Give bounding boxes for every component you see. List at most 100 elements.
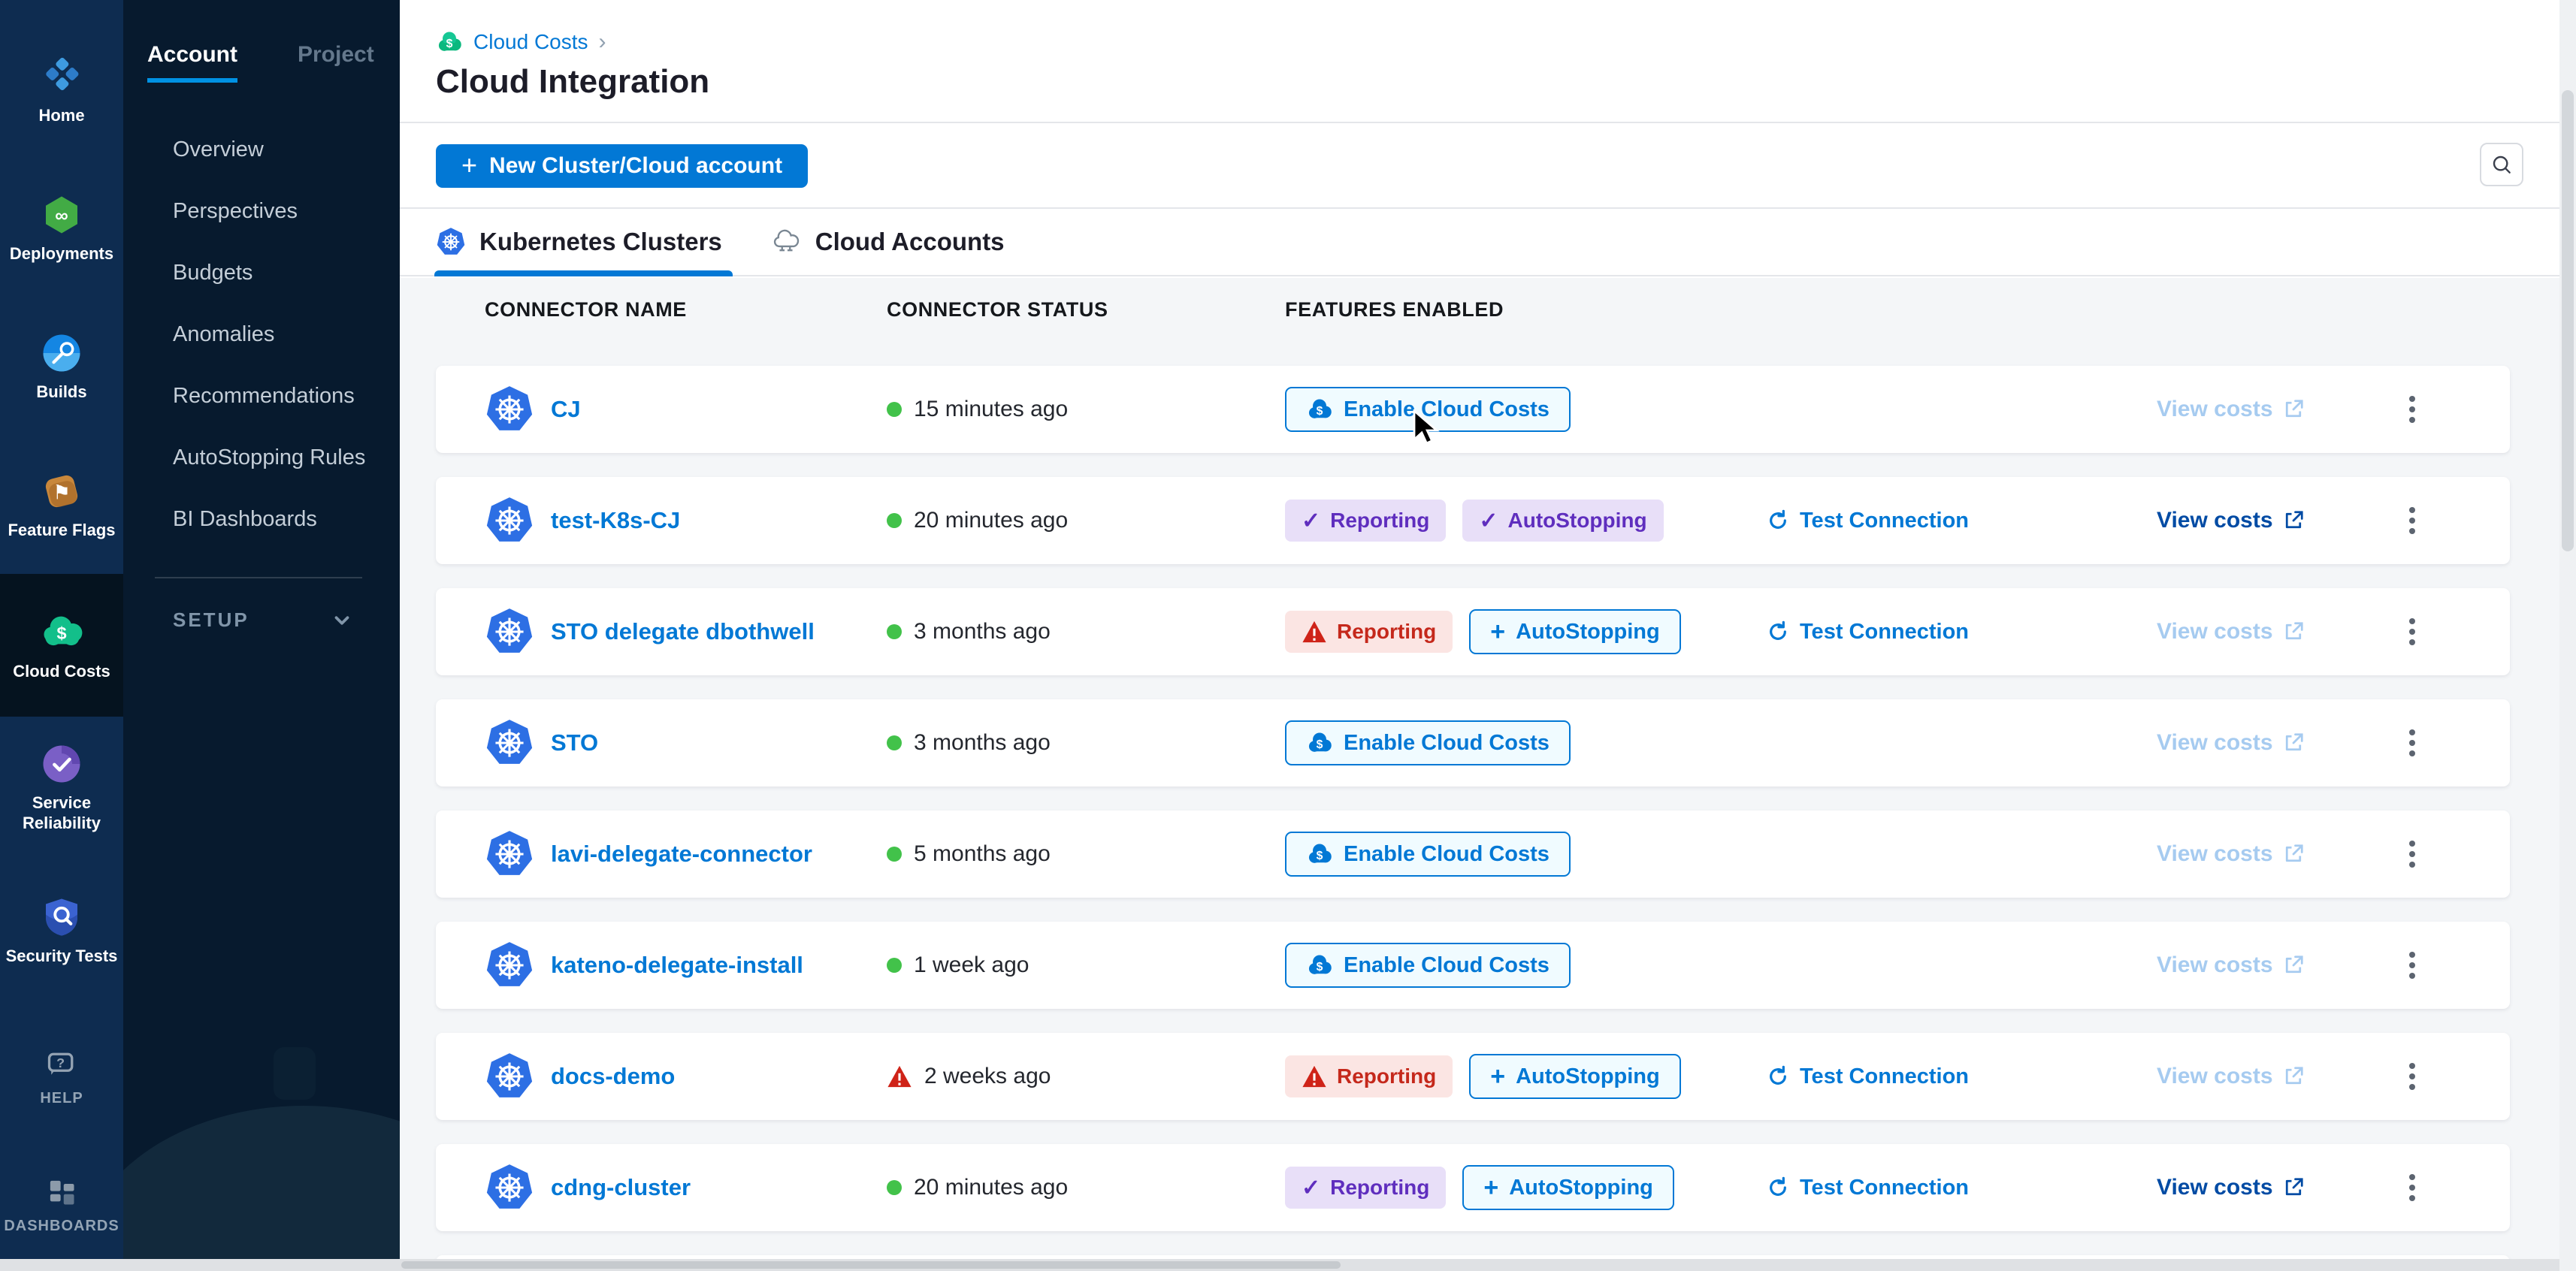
- search-button[interactable]: [2480, 143, 2523, 186]
- connector-status-cell: 20 minutes ago: [887, 1175, 1285, 1200]
- connector-status-cell: 1 week ago: [887, 952, 1285, 978]
- add-autostopping-button[interactable]: +AutoStopping: [1469, 609, 1681, 654]
- cloud-costs-icon: $: [1306, 841, 1333, 868]
- breadcrumb-cloud-costs-link[interactable]: Cloud Costs: [473, 30, 588, 54]
- connector-name-cell: lavi-delegate-connector: [436, 829, 887, 879]
- row-menu-button[interactable]: [2314, 699, 2510, 786]
- connector-name-cell: STO: [436, 718, 887, 768]
- enable-label: Enable Cloud Costs: [1344, 397, 1550, 422]
- status-ok-dot: [887, 624, 902, 639]
- rail-item-deployments[interactable]: ∞ Deployments: [0, 159, 123, 297]
- view-costs-label: View costs: [2157, 841, 2273, 867]
- sidenav-item-budgets[interactable]: Budgets: [123, 242, 400, 303]
- tab-cloud-accounts[interactable]: Cloud Accounts: [770, 209, 1005, 275]
- reporting-enabled-badge: ✓Reporting: [1285, 1167, 1446, 1209]
- new-cluster-cloud-account-button[interactable]: + New Cluster/Cloud account: [436, 144, 808, 188]
- row-menu-button[interactable]: [2314, 366, 2510, 453]
- row-menu-button[interactable]: [2314, 588, 2510, 675]
- feature-flags-icon: ⚑: [41, 470, 83, 512]
- status-text: 20 minutes ago: [914, 508, 1068, 533]
- table-row-lavi-delegate-connector: lavi-delegate-connector5 months ago$Enab…: [436, 811, 2510, 898]
- connector-name-link[interactable]: STO: [551, 729, 598, 756]
- connector-name-link[interactable]: kateno-delegate-install: [551, 952, 803, 979]
- add-autostopping-button[interactable]: +AutoStopping: [1469, 1054, 1681, 1099]
- kubernetes-connector-icon: [485, 496, 534, 545]
- rail-item-help[interactable]: ? HELP: [0, 1022, 123, 1134]
- status-text: 2 weeks ago: [924, 1064, 1051, 1089]
- view-costs-label: View costs: [2157, 619, 2273, 645]
- enable-cloud-costs-button[interactable]: $ Enable Cloud Costs: [1285, 832, 1571, 877]
- connector-name-cell: test-K8s-CJ: [436, 496, 887, 545]
- view-costs-link[interactable]: View costs: [2157, 1175, 2314, 1200]
- rail-item-security-tests[interactable]: Security Tests: [0, 859, 123, 1002]
- row-menu-button[interactable]: [2314, 477, 2510, 564]
- setup-section-toggle[interactable]: SETUP: [123, 608, 400, 632]
- status-text: 15 minutes ago: [914, 397, 1068, 422]
- row-menu-button[interactable]: [2314, 1144, 2510, 1231]
- row-menu-button[interactable]: [2314, 1033, 2510, 1120]
- connector-name-link[interactable]: CJ: [551, 396, 581, 423]
- external-link-icon: [2282, 732, 2305, 754]
- rail-item-feature-flags[interactable]: ⚑ Feature Flags: [0, 436, 123, 574]
- test-connection-link[interactable]: Test Connection: [1766, 509, 2157, 533]
- rail-item-home[interactable]: Home: [0, 21, 123, 159]
- sidenav-item-bi-dashboards[interactable]: BI Dashboards: [123, 488, 400, 550]
- status-ok-dot: [887, 513, 902, 528]
- view-costs-link: View costs: [2157, 619, 2314, 645]
- reporting-error-badge: Reporting: [1285, 611, 1453, 653]
- enable-label: Enable Cloud Costs: [1344, 842, 1550, 867]
- connector-status-cell: 2 weeks ago: [887, 1064, 1285, 1089]
- scope-tabs: Account Project: [123, 0, 400, 83]
- service-reliability-icon: [41, 743, 83, 785]
- svg-text:$: $: [1317, 738, 1323, 751]
- connector-name-link[interactable]: cdng-cluster: [551, 1174, 691, 1201]
- view-costs-link[interactable]: View costs: [2157, 508, 2314, 533]
- row-menu-button[interactable]: [2314, 811, 2510, 898]
- autostopping-label: AutoStopping: [1509, 1176, 1653, 1200]
- enable-cloud-costs-button[interactable]: $Enable Cloud Costs: [1285, 387, 1571, 432]
- reporting-error-badge: Reporting: [1285, 1055, 1453, 1097]
- vertical-scrollbar-thumb[interactable]: [2562, 90, 2574, 551]
- sidenav-item-perspectives[interactable]: Perspectives: [123, 180, 400, 242]
- connector-name-link[interactable]: docs-demo: [551, 1063, 675, 1090]
- row-menu-button[interactable]: [2314, 922, 2510, 1009]
- test-connection-cell: Test Connection: [1766, 1064, 2157, 1089]
- test-connection-label: Test Connection: [1800, 1064, 1969, 1089]
- deployments-icon: ∞: [41, 194, 83, 236]
- add-autostopping-button[interactable]: +AutoStopping: [1462, 1165, 1674, 1210]
- test-connection-link[interactable]: Test Connection: [1766, 620, 2157, 645]
- rail-item-service-reliability[interactable]: Service Reliability: [0, 717, 123, 859]
- autostopping-label: AutoStopping: [1508, 509, 1647, 533]
- svg-text:$: $: [56, 623, 66, 642]
- plus-icon: +: [1490, 1062, 1505, 1091]
- sidenav-item-recommendations[interactable]: Recommendations: [123, 365, 400, 427]
- kubernetes-connector-icon: [485, 385, 534, 434]
- connector-name-link[interactable]: STO delegate dbothwell: [551, 618, 815, 645]
- enable-cloud-costs-button[interactable]: $Enable Cloud Costs: [1285, 720, 1571, 765]
- tab-account[interactable]: Account: [147, 42, 237, 83]
- test-connection-label: Test Connection: [1800, 1176, 1969, 1200]
- sidenav-item-autostopping-rules[interactable]: AutoStopping Rules: [123, 427, 400, 488]
- help-icon: ?: [45, 1048, 78, 1081]
- sidenav-item-anomalies[interactable]: Anomalies: [123, 303, 400, 365]
- tab-kubernetes-clusters[interactable]: Kubernetes Clusters: [436, 209, 722, 275]
- tab-project[interactable]: Project: [298, 42, 374, 68]
- connector-status-cell: 3 months ago: [887, 730, 1285, 756]
- test-connection-link[interactable]: Test Connection: [1766, 1064, 2157, 1089]
- reporting-label: Reporting: [1330, 1176, 1429, 1200]
- test-connection-link[interactable]: Test Connection: [1766, 1176, 2157, 1200]
- view-costs-link: View costs: [2157, 952, 2314, 978]
- connector-name-link[interactable]: lavi-delegate-connector: [551, 841, 812, 868]
- enable-cloud-costs-button[interactable]: $Enable Cloud Costs: [1285, 943, 1571, 988]
- connector-name-link[interactable]: test-K8s-CJ: [551, 507, 680, 534]
- connector-name-cell: STO delegate dbothwell: [436, 607, 887, 657]
- refresh-icon: [1766, 1176, 1790, 1200]
- status-text: 3 months ago: [914, 619, 1051, 645]
- chevron-down-icon: [331, 609, 353, 632]
- view-costs-label: View costs: [2157, 397, 2273, 422]
- sidenav-item-overview[interactable]: Overview: [123, 119, 400, 180]
- rail-item-builds[interactable]: Builds: [0, 297, 123, 436]
- horizontal-scrollbar-thumb[interactable]: [401, 1261, 1341, 1269]
- rail-item-dashboards[interactable]: DASHBOARDS: [0, 1149, 123, 1262]
- rail-item-cloud-costs[interactable]: $ Cloud Costs: [0, 574, 123, 717]
